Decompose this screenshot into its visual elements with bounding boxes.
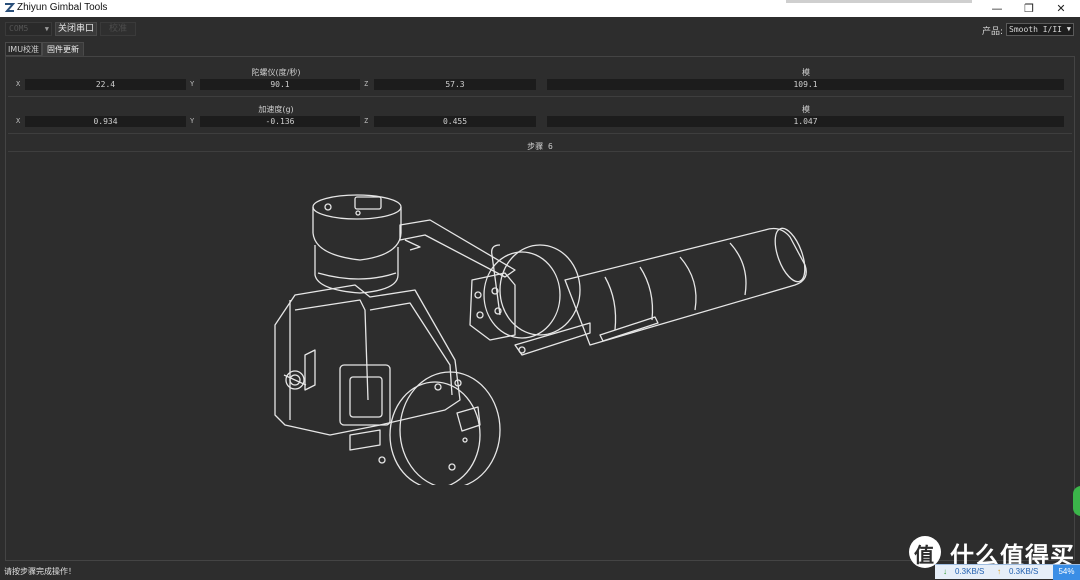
watermark-logo-glyph: 值 — [914, 543, 934, 567]
accel-mod-value: 1.047 — [547, 116, 1064, 127]
accel-mod-header: 模 — [802, 105, 810, 114]
calibrate-button[interactable]: 校准 — [100, 22, 136, 36]
divider — [8, 96, 1072, 97]
network-meter: ↓ 0.3KB/S ↑ 0.3KB/S 54% — [935, 564, 1080, 580]
accel-y-value: -0.136 — [200, 116, 360, 127]
close-port-button[interactable]: 关闭串口 — [55, 22, 97, 36]
gyro-x-label: X — [16, 80, 21, 88]
download-speed: 0.3KB/S — [955, 567, 985, 576]
gyro-z-value: 57.3 — [374, 79, 536, 90]
accel-x-label: X — [16, 117, 21, 125]
tab-firmware-update[interactable]: 固件更新 — [42, 42, 84, 56]
gyro-header: 陀螺仪(度/秒) — [251, 68, 301, 77]
floating-widget[interactable] — [1073, 486, 1080, 516]
accel-z-value: 0.455 — [374, 116, 536, 127]
gyro-mod-header: 模 — [802, 68, 810, 77]
chevron-down-icon: ▼ — [44, 25, 49, 33]
upload-speed: 0.3KB/S — [1009, 567, 1039, 576]
divider — [8, 133, 1072, 134]
product-label: 产品: — [982, 27, 1004, 37]
toolbar: COM5 ▼ 关闭串口 校准 产品: Smooth I/II ▼ — [0, 17, 1080, 42]
accel-header: 加速度(g) — [258, 105, 294, 114]
accel-x-value: 0.934 — [25, 116, 186, 127]
app-icon — [4, 3, 15, 12]
arrow-down-icon: ↓ — [943, 567, 947, 576]
tab-imu-calibration[interactable]: IMU校准 — [5, 42, 42, 56]
minimize-icon[interactable]: — — [982, 0, 1012, 17]
divider — [8, 151, 1072, 152]
gyro-y-value: 90.1 — [200, 79, 360, 90]
product-value: Smooth I/II — [1009, 25, 1062, 34]
chevron-down-icon: ▼ — [1066, 25, 1071, 33]
overlapping-window-edge — [786, 0, 972, 3]
gyro-z-label: Z — [364, 80, 369, 88]
status-message: 请按步骤完成操作！ — [4, 567, 76, 576]
close-icon[interactable]: ✕ — [1046, 0, 1076, 17]
accel-z-label: Z — [364, 117, 369, 125]
product-select[interactable]: Smooth I/II ▼ — [1006, 23, 1074, 36]
restore-icon[interactable]: ❐ — [1014, 0, 1044, 17]
network-percent: 54% — [1053, 565, 1080, 580]
port-select[interactable]: COM5 ▼ — [5, 22, 52, 36]
arrow-up-icon: ↑ — [997, 567, 1001, 576]
gyro-x-value: 22.4 — [25, 79, 186, 90]
gyro-mod-value: 109.1 — [547, 79, 1064, 90]
accel-y-label: Y — [190, 117, 195, 125]
gimbal-illustration — [274, 194, 807, 485]
window-title: Zhiyun Gimbal Tools — [17, 2, 108, 13]
gyro-y-label: Y — [190, 80, 195, 88]
port-value: COM5 — [9, 24, 29, 33]
